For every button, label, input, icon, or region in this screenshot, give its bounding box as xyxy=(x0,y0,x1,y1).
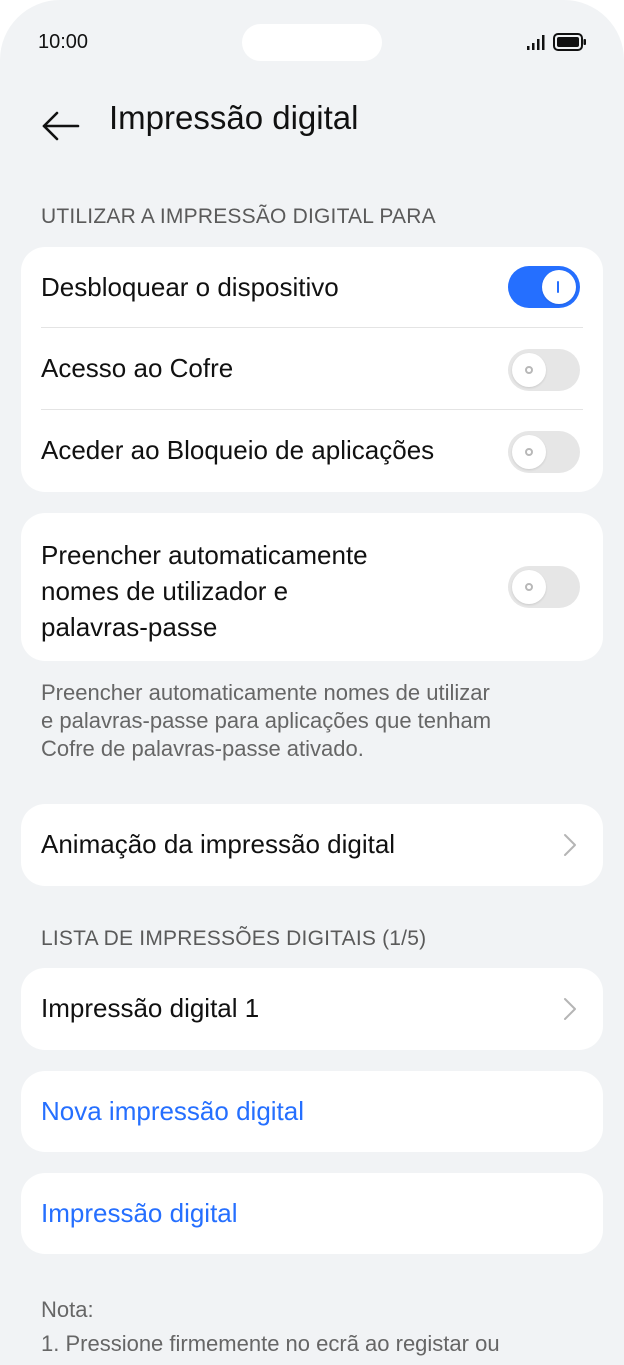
back-arrow-icon xyxy=(42,111,80,141)
status-bar: 10:00 xyxy=(0,0,624,90)
autofill-label-line: palavras-passe xyxy=(41,612,218,642)
toggle-knob xyxy=(512,435,546,469)
toggle-knob xyxy=(512,570,546,604)
back-button[interactable] xyxy=(38,98,86,142)
autofill-description-line: Preencher automaticamente nomes de utili… xyxy=(41,680,490,705)
app-lock-toggle[interactable] xyxy=(508,431,580,473)
autofill-card: Preencher automaticamente nomes de utili… xyxy=(21,513,603,661)
phone-screen: 10:00 Impressão digital UTILIZAR A IMPRE… xyxy=(0,0,624,1365)
fingerprint-list-header: LISTA DE IMPRESSÕES DIGITAIS (1/5) xyxy=(41,927,427,950)
fingerprint-action-card: Impressão digital xyxy=(21,1173,603,1254)
chevron-right-icon xyxy=(564,998,576,1020)
app-lock-label: Aceder ao Bloqueio de aplicações xyxy=(41,435,435,465)
toggle-knob xyxy=(512,353,546,387)
unlock-device-label: Desbloquear o dispositivo xyxy=(41,272,339,302)
note-title: Nota: xyxy=(41,1297,94,1322)
camera-notch xyxy=(242,24,382,61)
autofill-description-line: e palavras-passe para aplicações que ten… xyxy=(41,708,492,733)
fingerprint-animation-row[interactable]: Animação da impressão digital xyxy=(21,804,603,886)
fingerprint-action-label: Impressão digital xyxy=(41,1198,238,1228)
vault-access-row[interactable]: Acesso ao Cofre xyxy=(21,328,603,410)
note-section: Nota: 1. Pressione firmemente no ecrã ao… xyxy=(41,1295,581,1359)
usage-card: Desbloquear o dispositivo Acesso ao Cofr… xyxy=(21,247,603,492)
fingerprint-item-label: Impressão digital 1 xyxy=(41,993,260,1023)
page-title: Impressão digital xyxy=(109,99,359,136)
animation-card: Animação da impressão digital xyxy=(21,804,603,886)
toggle-knob xyxy=(542,270,576,304)
usage-section-header: UTILIZAR A IMPRESSÃO DIGITAL PARA xyxy=(41,205,436,228)
signal-icon xyxy=(527,35,545,50)
autofill-description: Preencher automaticamente nomes de utili… xyxy=(41,679,581,763)
chevron-right-icon xyxy=(564,834,576,856)
autofill-description-line: Cofre de palavras-passe ativado. xyxy=(41,736,364,761)
autofill-row[interactable]: Preencher automaticamente nomes de utili… xyxy=(21,513,603,661)
autofill-label: Preencher automaticamente nomes de utili… xyxy=(41,537,368,645)
new-fingerprint-card: Nova impressão digital xyxy=(21,1071,603,1152)
app-header: Impressão digital xyxy=(0,90,624,150)
autofill-label-line: Preencher automaticamente xyxy=(41,540,368,570)
unlock-device-toggle[interactable] xyxy=(508,266,580,308)
status-time: 10:00 xyxy=(38,31,89,53)
note-line: 1. Pressione firmemente no ecrã ao regis… xyxy=(41,1331,500,1356)
battery-icon xyxy=(553,33,586,51)
fingerprint-animation-label: Animação da impressão digital xyxy=(41,829,396,859)
autofill-toggle[interactable] xyxy=(508,566,580,608)
fingerprint-item-row[interactable]: Impressão digital 1 xyxy=(21,968,603,1050)
new-fingerprint-label: Nova impressão digital xyxy=(41,1096,305,1126)
app-lock-row[interactable]: Aceder ao Bloqueio de aplicações xyxy=(21,410,603,492)
vault-access-label: Acesso ao Cofre xyxy=(41,353,234,383)
new-fingerprint-button[interactable]: Nova impressão digital xyxy=(21,1071,603,1152)
vault-access-toggle[interactable] xyxy=(508,349,580,391)
fingerprint-action-button[interactable]: Impressão digital xyxy=(21,1173,603,1254)
autofill-label-line: nomes de utilizador e xyxy=(41,576,289,606)
fingerprint-list-card: Impressão digital 1 xyxy=(21,968,603,1050)
unlock-device-row[interactable]: Desbloquear o dispositivo xyxy=(21,247,603,328)
